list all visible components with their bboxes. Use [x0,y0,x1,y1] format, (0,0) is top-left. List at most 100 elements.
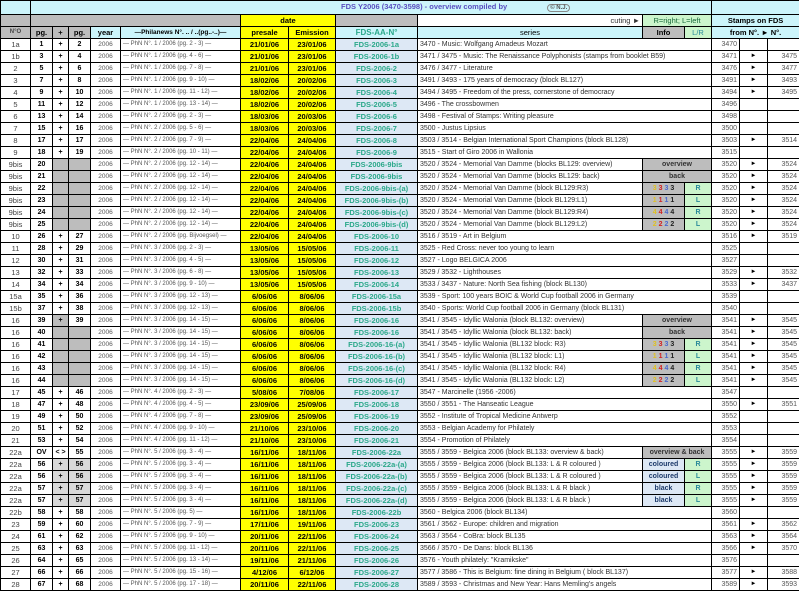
table-row[interactable]: 4 9 +10 2006— PhN N°. 1 / 2006 (pg. 11 - 12… [0,86,799,99]
fds-code: FDS-2006-19 [335,410,418,423]
philanews-ref: — PhN N°. 2 / 2006 (pg. 12 - 14) — [120,158,241,171]
fds-code: FDS-2006-1a [335,38,418,51]
info-digit: 1 [664,353,669,360]
table-row[interactable]: 1a 1 +2 2006— PhN N°. 1 / 2006 (pg. 2 - 3) … [0,38,799,51]
emission-date: 15/05/06 [288,242,336,255]
presale-date: 20/11/06 [240,578,289,591]
page-start: 39 [30,314,53,327]
table-row[interactable]: 7 15 +16 2006— PhN N°. 2 / 2006 (pg. 5 - 6)… [0,122,799,135]
year: 2006 [90,542,121,555]
info-digit: 3 [670,341,675,348]
table-row[interactable]: 16 40 2006— PhN N°. 3 / 2006 (pg. 14 - 15)… [0,326,799,339]
year: 2006 [90,218,121,231]
page-start: OV [30,446,53,459]
philanews-ref: — PhN N°. 5 / 2006 (pg. 7 - 9) — [120,518,241,531]
fds-code: FDS-2006-10 [335,230,418,243]
table-row[interactable]: 3 7 +8 2006— PhN N°. 1 / 2006 (pg. 9 - 10) … [0,74,799,87]
row-number: 9bis [0,194,31,207]
emission-date: 23/10/06 [288,434,336,447]
philanews-ref: — PhN N°. 3 / 2006 (pg. 12 - 13) — [120,290,241,303]
table-row[interactable]: 1b 3 +4 2006— PhN N°. 1 / 2006 (pg. 4 - 6) … [0,50,799,63]
table-row[interactable]: 23 59 +60 2006— PhN N°. 5 / 2006 (pg. 7 - 9… [0,518,799,531]
year: 2006 [90,266,121,279]
info-block-digits: 1111 [642,350,685,363]
table-row[interactable]: 8 17 +17 2006— PhN N°. 2 / 2006 (pg. 7 - 9)… [0,134,799,147]
range-arrow-icon [739,422,769,435]
table-row[interactable]: 17 45 +46 2006— PhN N°. 4 / 2006 (pg. 2 - 3… [0,386,799,399]
table-row[interactable]: 15a 35 +36 2006— PhN N°. 3 / 2006 (pg. 12 -… [0,290,799,303]
table-row[interactable]: 28 67 +68 2006— PhN N°. 5 / 2006 (pg. 17 - … [0,578,799,591]
table-row[interactable]: 22a 57 +57 2006— PhN N°. 5 / 2006 (pg. 3 - … [0,482,799,495]
lr-indicator: R [683,458,713,471]
table-row[interactable]: 9bis 23 2006— PhN N°. 2 / 2006 (pg. 12 - 1… [0,194,799,207]
plus-sign [52,338,69,351]
series-title: 3541 / 3545 - Idyllic Walonia (BL132 blo… [417,362,643,375]
table-row[interactable]: 20 51 +52 2006— PhN N°. 4 / 2006 (pg. 9 - 1… [0,422,799,435]
stamp-from: 3496 [711,98,741,111]
emission-date: 22/11/06 [288,542,336,555]
row-number: 25 [0,542,31,555]
stamp-from: 3541 [711,326,741,339]
info-digit: 3 [652,185,657,192]
table-row[interactable]: 9bis 20 2006— PhN N°. 2 / 2006 (pg. 12 - 1… [0,158,799,171]
table-row[interactable]: 16 41 2006— PhN N°. 3 / 2006 (pg. 14 - 15)… [0,338,799,351]
presale-date: 18/02/06 [240,98,289,111]
fds-code: FDS-2006-15b [335,302,418,315]
emission-date: 15/05/06 [288,266,336,279]
table-row[interactable]: 2 5 +6 2006— PhN N°. 1 / 2006 (pg. 7 - 8) —… [0,62,799,75]
table-row[interactable]: 26 64 +65 2006— PhN N°. 5 / 2006 (pg. 13 - … [0,554,799,567]
table-row[interactable]: 25 63 +63 2006— PhN N°. 5 / 2006 (pg. 11 - … [0,542,799,555]
table-row[interactable]: 9bis 22 2006— PhN N°. 2 / 2006 (pg. 12 - 1… [0,182,799,195]
table-row[interactable]: 5 11 +12 2006— PhN N°. 1 / 2006 (pg. 13 - 1… [0,98,799,111]
table-row[interactable]: 14 34 +34 2006— PhN N°. 3 / 2006 (pg. 9 - 1… [0,278,799,291]
table-row[interactable]: 16 43 2006— PhN N°. 3 / 2006 (pg. 14 - 15)… [0,362,799,375]
table-row[interactable]: 16 42 2006— PhN N°. 3 / 2006 (pg. 14 - 15)… [0,350,799,363]
emission-date: 15/05/06 [288,278,336,291]
table-row[interactable]: 22a 57 +57 2006— PhN N°. 5 / 2006 (pg. 3 - … [0,494,799,507]
plus-sign: + [52,110,69,123]
philanews-ref: — PhN N°. 5 / 2006 (pg. 3 - 4) — [120,470,241,483]
table-row[interactable]: 22a 56 +56 2006— PhN N°. 5 / 2006 (pg. 3 - … [0,470,799,483]
row-number: 3 [0,74,31,87]
stamp-from: 3520 [711,170,741,183]
table-row[interactable]: 13 32 +33 2006— PhN N°. 3 / 2006 (pg. 6 - 8… [0,266,799,279]
range-arrow-icon: ► [739,470,769,483]
table-row[interactable]: 18 47 +48 2006— PhN N°. 4 / 2006 (pg. 4 - 5… [0,398,799,411]
table-row[interactable]: 6 13 +14 2006— PhN N°. 2 / 2006 (pg. 2 - 3)… [0,110,799,123]
table-row[interactable]: 19 49 +50 2006— PhN N°. 4 / 2006 (pg. 7 - 8… [0,410,799,423]
lr-indicator: R [683,182,713,195]
table-row[interactable]: 22b 58 +58 2006— PhN N°. 5 / 2006 (pg. 5) —… [0,506,799,519]
table-row[interactable]: 16 39 +39 2006— PhN N°. 3 / 2006 (pg. 14 - … [0,314,799,327]
table-row[interactable]: 22a 56 +56 2006— PhN N°. 5 / 2006 (pg. 3 - … [0,458,799,471]
table-row[interactable]: 9bis 25 2006— PhN N°. 2 / 2006 (pg. 12 - 1… [0,218,799,231]
table-row[interactable]: 15b 37 +38 2006— PhN N°. 3 / 2006 (pg. 12 -… [0,302,799,315]
table-row[interactable]: 11 28 +29 2006— PhN N°. 3 / 2006 (pg. 2 - 3… [0,242,799,255]
lr-indicator: R [683,338,713,351]
table-row[interactable]: 16 44 2006— PhN N°. 3 / 2006 (pg. 14 - 15)… [0,374,799,387]
table-row[interactable]: 24 61 +62 2006— PhN N°. 5 / 2006 (pg. 9 - 1… [0,530,799,543]
table-row[interactable]: 22a OV < >55 2006— PhN N°. 5 / 2006 (pg. 3 … [0,446,799,459]
page-end: 48 [68,398,91,411]
table-row[interactable]: 9bis 24 2006— PhN N°. 2 / 2006 (pg. 12 - 1… [0,206,799,219]
table-row[interactable]: 9bis 21 2006— PhN N°. 2 / 2006 (pg. 12 - 1… [0,170,799,183]
table-row[interactable]: 21 53 +54 2006— PhN N°. 4 / 2006 (pg. 11 - … [0,434,799,447]
table-row[interactable]: 10 26 +27 2006— PhN N°. 2 / 2006 (pg. Bijvo… [0,230,799,243]
page-end [68,194,91,207]
table-row[interactable]: 27 66 +66 2006— PhN N°. 5 / 2006 (pg. 15 - … [0,566,799,579]
page-end: 29 [68,242,91,255]
year: 2006 [90,494,121,507]
stamp-from: 3555 [711,470,741,483]
page-end: 16 [68,122,91,135]
table-row[interactable]: 9 18 +19 2006— PhN N°. 2 / 2006 (pg. 10 - 1… [0,146,799,159]
table-row[interactable]: 12 30 +31 2006— PhN N°. 3 / 2006 (pg. 4 - 5… [0,254,799,267]
plus-sign [52,182,69,195]
info-badge-back: back [641,170,713,183]
presale-date: 6/06/06 [240,314,289,327]
stamp-from: 3552 [711,410,741,423]
page-start: 37 [30,302,53,315]
stamp-to: 3524 [767,194,799,207]
presale-date: 23/09/06 [240,410,289,423]
stamp-to: 3559 [767,482,799,495]
year: 2006 [90,506,121,519]
emission-date: 8/06/06 [288,338,336,351]
